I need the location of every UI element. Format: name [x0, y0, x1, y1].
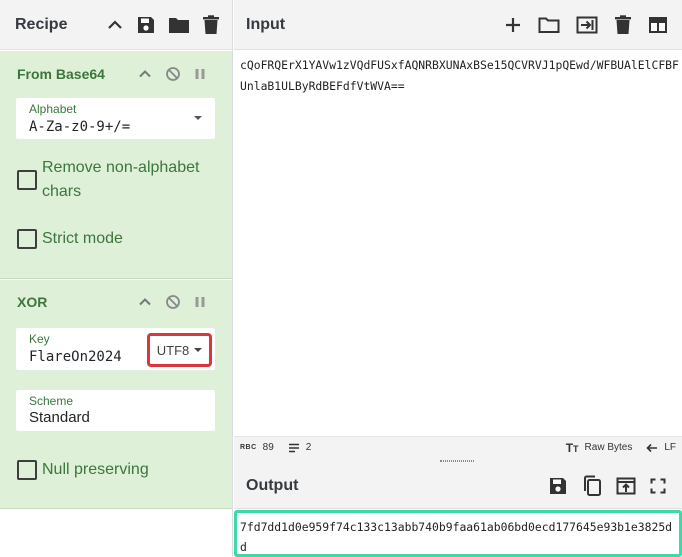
- strict-mode-checkbox[interactable]: [17, 229, 37, 249]
- input-textarea[interactable]: cQoFRQErX1YAVw1zVQdFUSxfAQNRBXUNAxBSe15Q…: [240, 55, 680, 97]
- strict-mode-checkbox-row[interactable]: Strict mode: [17, 229, 123, 251]
- eol-value: LF: [664, 442, 676, 453]
- key-type-dropdown[interactable]: UTF8: [147, 333, 212, 367]
- open-file-arrow-icon[interactable]: [576, 16, 598, 34]
- char-count-value: 89: [262, 442, 274, 453]
- alphabet-select[interactable]: Alphabet A-Za-z0-9+/=: [16, 98, 215, 139]
- output-textarea[interactable]: 7fd7dd1d0e959f74c133c13abb740b9faa61ab06…: [234, 510, 682, 557]
- encoding-selector[interactable]: TT Raw Bytes: [566, 441, 633, 455]
- eol-selector[interactable]: LF: [646, 442, 676, 453]
- output-header: Output: [234, 464, 682, 509]
- strict-mode-label: Strict mode: [42, 230, 123, 247]
- null-preserving-label: Null preserving: [42, 461, 149, 478]
- clear-recipe-trash-icon[interactable]: [202, 14, 220, 35]
- resize-grip: [440, 460, 474, 462]
- key-input[interactable]: FlareOn2024: [29, 349, 122, 365]
- save-recipe-icon[interactable]: [136, 15, 156, 35]
- add-input-plus-icon[interactable]: [504, 16, 522, 34]
- input-title: Input: [246, 15, 286, 33]
- recipe-title: Recipe: [15, 15, 68, 33]
- scheme-value: Standard: [29, 409, 90, 426]
- scheme-select[interactable]: Scheme Standard: [16, 390, 215, 431]
- clear-input-trash-icon[interactable]: [614, 14, 632, 35]
- operation-xor[interactable]: XOR Key FlareOn2024 UTF8 Scheme Standard…: [0, 280, 232, 509]
- chevron-up-icon[interactable]: [106, 16, 124, 34]
- key-type-value: UTF8: [156, 342, 190, 358]
- recipe-empty-area: [0, 510, 232, 557]
- remove-non-alphabet-checkbox-row[interactable]: Remove non-alphabet chars: [17, 156, 212, 204]
- chevron-up-icon[interactable]: [138, 67, 152, 81]
- layout-toggle-icon[interactable]: [648, 16, 668, 34]
- pause-icon[interactable]: [194, 295, 206, 309]
- operation-title: From Base64: [17, 66, 105, 82]
- input-status-bar: RBC 89 2 TT Raw Bytes LF: [234, 436, 682, 458]
- replace-input-with-output-icon[interactable]: [616, 476, 636, 496]
- save-output-icon[interactable]: [548, 476, 568, 496]
- return-arrow-icon: [646, 443, 658, 453]
- disable-operation-icon[interactable]: [165, 66, 181, 82]
- text-type-icon: TT: [565, 440, 579, 455]
- open-folder-icon[interactable]: [538, 16, 560, 34]
- lines-icon: [288, 443, 300, 453]
- operation-title: XOR: [17, 294, 48, 310]
- scheme-label: Scheme: [29, 394, 74, 408]
- chevron-down-icon: [194, 116, 202, 120]
- alphabet-label: Alphabet: [29, 102, 77, 116]
- encoding-value: Raw Bytes: [584, 442, 633, 453]
- line-count-value: 2: [305, 442, 312, 453]
- chevron-up-icon[interactable]: [138, 295, 152, 309]
- line-count: 2: [288, 442, 312, 453]
- load-recipe-folder-icon[interactable]: [168, 15, 190, 35]
- chevron-down-icon: [194, 348, 203, 352]
- copy-output-icon[interactable]: [582, 475, 602, 497]
- recipe-header: Recipe: [0, 0, 232, 50]
- alphabet-value: A-Za-z0-9+/=: [29, 119, 131, 135]
- null-preserving-checkbox-row[interactable]: Null preserving: [17, 460, 149, 482]
- maximize-output-icon[interactable]: [650, 478, 666, 494]
- output-panel: Output 7fd7dd1d0e959f74c133c13abb740b9fa…: [234, 464, 682, 557]
- char-count: RBC 89: [240, 442, 274, 453]
- remove-non-alphabet-label: Remove non-alphabet chars: [42, 159, 200, 200]
- output-title: Output: [246, 477, 299, 494]
- key-label: Key: [29, 332, 50, 346]
- disable-operation-icon[interactable]: [165, 294, 181, 310]
- operation-from-base64[interactable]: From Base64 Alphabet A-Za-z0-9+/= Remove…: [0, 51, 232, 279]
- remove-non-alphabet-checkbox[interactable]: [17, 170, 37, 190]
- recipe-panel: Recipe From Base64 Alphabet A-Za-z0-9+/=…: [0, 0, 233, 557]
- null-preserving-checkbox[interactable]: [17, 460, 37, 480]
- input-header: Input: [234, 0, 682, 50]
- pause-icon[interactable]: [194, 67, 206, 81]
- input-panel: Input cQoFRQErX1YAVw1zVQdFUSxfAQNRBXUNAx…: [234, 0, 682, 464]
- char-count-label: RBC: [240, 444, 257, 451]
